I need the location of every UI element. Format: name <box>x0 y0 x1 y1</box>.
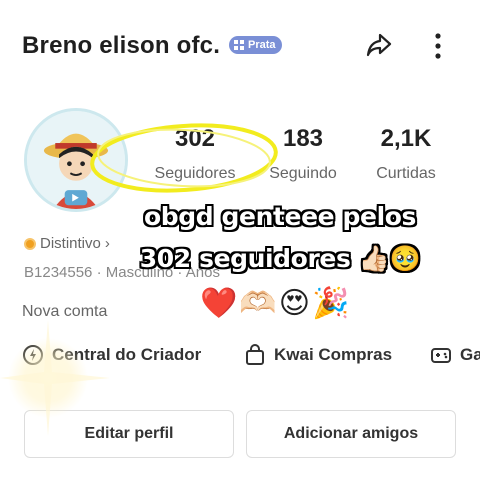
shopping-bag-icon <box>246 344 264 365</box>
overlay-line-2: 302 seguidores 👍🏻🥹 <box>139 244 421 273</box>
games-button[interactable]: Ga <box>430 344 480 366</box>
level-badge[interactable]: Prata <box>229 36 282 54</box>
profile-bio: Nova comta <box>22 303 108 320</box>
profile-header: Breno elison ofc. Prata <box>0 0 480 90</box>
likes-label: Curtidas <box>376 165 436 182</box>
more-vertical-icon[interactable] <box>426 30 450 62</box>
distintivo-icon <box>24 237 36 250</box>
highlight-circle <box>90 123 278 193</box>
distintivo-label: Distintivo <box>40 235 101 252</box>
chevron-right-icon: › <box>104 235 110 252</box>
badge-icon <box>234 40 244 50</box>
overlay-emojis: ❤️🫶🏻😍🎉 <box>200 287 352 320</box>
badge-label: Prata <box>248 39 276 51</box>
creator-center-icon <box>23 345 43 365</box>
share-icon[interactable] <box>363 29 395 61</box>
kwai-compras-label: Kwai Compras <box>274 345 393 364</box>
creator-center-button[interactable]: Central do Criador <box>22 344 201 366</box>
overlay-line-1: obgd genteee pelos <box>143 202 416 231</box>
add-friends-button[interactable]: Adicionar amigos <box>246 410 456 458</box>
stat-likes[interactable]: 2,1K Curtidas <box>351 125 461 183</box>
likes-count: 2,1K <box>380 125 432 152</box>
game-icon <box>431 348 451 363</box>
edit-profile-button[interactable]: Editar perfil <box>24 410 234 458</box>
distintivo-link[interactable]: Distintivo › <box>24 235 110 252</box>
games-label: Ga <box>460 345 480 364</box>
actions-row: Central do Criador Kwai Compras Ga <box>0 344 480 380</box>
kwai-compras-button[interactable]: Kwai Compras <box>244 344 392 366</box>
profile-name: Breno elison ofc. <box>22 32 221 59</box>
creator-center-label: Central do Criador <box>52 345 202 364</box>
